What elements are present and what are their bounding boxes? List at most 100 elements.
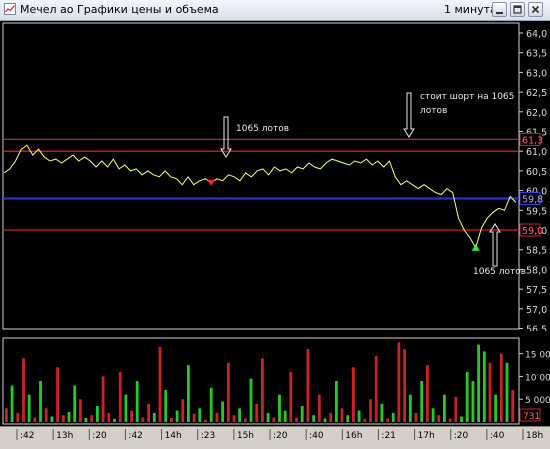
volume-bar	[295, 417, 298, 422]
price-plot-area	[2, 22, 520, 330]
volume-bar	[101, 376, 105, 422]
close-button[interactable]	[528, 2, 543, 17]
volume-bar	[300, 406, 304, 422]
price-tick-label: 59,5	[526, 206, 547, 217]
volume-bar	[181, 399, 185, 422]
volume-bar	[170, 417, 173, 422]
volume-bar	[414, 412, 418, 422]
volume-bar	[465, 371, 469, 422]
price-tick-label: 60,5	[526, 167, 547, 178]
volume-bar	[317, 394, 321, 422]
volume-bar	[448, 418, 452, 422]
volume-bar	[221, 401, 224, 422]
volume-bar	[494, 394, 497, 422]
volume-bar	[204, 419, 207, 422]
volume-bar	[346, 415, 350, 422]
price-chart[interactable]: 64,063,563,062,562,061,561,060,560,059,5…	[0, 21, 550, 331]
volume-bar	[192, 413, 196, 422]
price-tick-label: 62,0	[526, 108, 547, 119]
volume-bar	[50, 416, 54, 422]
volume-bar	[44, 408, 48, 422]
price-marker-label: 61,3	[522, 135, 543, 146]
volume-bar	[505, 362, 509, 422]
volume-bar	[27, 394, 31, 422]
volume-bar	[90, 415, 94, 422]
time-label: :20	[273, 431, 288, 441]
volume-bar	[312, 415, 315, 422]
volume-bar	[84, 417, 88, 422]
price-tick-label: 57,5	[526, 285, 547, 296]
volume-bar	[261, 358, 264, 422]
volume-bar	[249, 378, 253, 422]
volume-bar	[340, 408, 344, 422]
volume-bar	[135, 381, 139, 422]
price-tick-label: 61,0	[526, 147, 547, 158]
time-label: :20	[454, 431, 469, 441]
time-axis: :42 13h:20:42 14h:23 15h:20:40 16h:21 17h:20:…	[0, 426, 550, 449]
volume-bar	[369, 399, 372, 422]
volume-bar	[61, 415, 65, 422]
volume-bar	[323, 418, 327, 422]
chart-app-icon	[4, 3, 16, 15]
time-label: 16h	[345, 431, 362, 441]
volume-bar	[147, 403, 150, 422]
chart-window: Мечел ао Графики цены и объема 1 минута …	[0, 0, 550, 449]
volume-chart[interactable]: 15 000 10 000 5 000 731	[0, 336, 550, 426]
volume-bar	[198, 408, 202, 422]
volume-bar	[187, 365, 190, 422]
price-tick-label: 63,5	[526, 49, 547, 60]
volume-bar	[243, 418, 247, 422]
price-marker-label: 59,8	[522, 194, 543, 205]
volume-bar	[113, 418, 116, 422]
minimize-button[interactable]	[492, 2, 507, 17]
volume-bar	[408, 394, 412, 422]
volume-bar	[329, 412, 333, 422]
time-label: :40	[490, 431, 505, 441]
volume-marker-label: 731	[523, 412, 540, 422]
volume-bar	[374, 355, 378, 422]
volume-bar	[272, 417, 276, 422]
volume-bar	[164, 390, 168, 422]
buy-annotation: 1065 лотов	[236, 124, 289, 134]
volume-bar	[238, 408, 241, 422]
sell-annotation: 1065 лотов	[473, 267, 526, 277]
volume-bar	[403, 349, 406, 422]
time-label: 17h	[418, 431, 435, 441]
time-label: :42	[20, 431, 34, 441]
time-label: :21	[381, 431, 395, 441]
volume-bar	[5, 408, 8, 422]
volume-bar	[352, 367, 355, 422]
volume-bar	[482, 351, 486, 422]
volume-bar	[386, 418, 389, 422]
time-label: :40	[309, 431, 324, 441]
maximize-button[interactable]	[510, 2, 525, 17]
title-bar[interactable]: Мечел ао Графики цены и объема 1 минута	[0, 0, 550, 21]
volume-bar	[420, 381, 424, 422]
volume-bar	[152, 412, 156, 422]
price-tick-label: 58,5	[526, 246, 547, 257]
volume-bar	[278, 394, 281, 422]
maximize-icon	[513, 5, 522, 14]
volume-bar	[266, 412, 270, 422]
window-title: Мечел ао Графики цены и объема	[20, 3, 219, 16]
volume-bar	[460, 416, 463, 422]
volume-bar	[107, 412, 111, 422]
time-label: 14h	[165, 431, 182, 441]
price-tick-label: 64,0	[526, 29, 547, 40]
volume-bar	[33, 417, 37, 422]
volume-bar	[130, 410, 133, 422]
volume-bar	[39, 381, 42, 422]
volume-bar	[289, 371, 293, 422]
price-tick-label: 56,5	[526, 325, 547, 332]
volume-bar	[431, 408, 435, 422]
volume-bar	[471, 381, 475, 422]
volume-bar	[56, 367, 59, 422]
volume-bar	[96, 406, 99, 422]
time-label: 18h	[526, 431, 543, 441]
short-annotation-line1: стоит шорт на 1065	[420, 92, 514, 102]
volume-bar	[488, 362, 492, 422]
minimize-icon	[496, 12, 503, 14]
interval-label[interactable]: 1 минута	[444, 3, 497, 16]
volume-bar	[226, 362, 230, 422]
volume-bar	[16, 412, 20, 422]
